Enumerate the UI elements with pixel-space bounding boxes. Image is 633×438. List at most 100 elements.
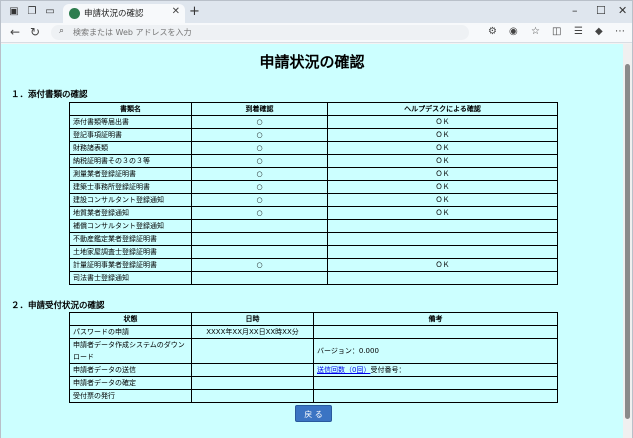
table-row: 受付票の発行 xyxy=(69,389,558,403)
helpdesk-cell: ＯＫ xyxy=(327,141,558,155)
document-name-cell: 計量証明事業者登録証明書 xyxy=(69,258,192,272)
profile-icon[interactable]: ▣ xyxy=(7,5,21,19)
status-state-cell: 申請者データ作成システムのダウンロード xyxy=(69,338,192,364)
address-input[interactable] xyxy=(73,26,453,39)
table-header: 到着確認 xyxy=(191,102,328,116)
table-row: 測量業者登録証明書 ○ ＯＫ xyxy=(69,167,558,181)
helpdesk-cell: ＯＫ xyxy=(327,154,558,168)
refresh-icon[interactable]: ↻ xyxy=(30,25,40,39)
tracking-icon[interactable]: ◉ xyxy=(509,26,518,37)
document-name-cell: 建設コンサルタント登録通知 xyxy=(69,193,192,207)
status-note-cell: 送信回数（0回）受付番号： xyxy=(313,363,558,377)
helpdesk-cell: ＯＫ xyxy=(327,180,558,194)
document-name-cell: 補償コンサルタント登録通知 xyxy=(69,219,192,233)
table-row: 地質業者登録通知 ○ ＯＫ xyxy=(69,206,558,220)
table-row: 添付書類等届出書 ○ ＯＫ xyxy=(69,115,558,129)
arrival-cell xyxy=(191,219,328,233)
page-content: 申請状況の確認 １．添付書類の確認 書類名 到着確認 ヘルプデスクによる確認 添… xyxy=(1,44,623,438)
vertical-scrollbar[interactable] xyxy=(623,44,632,438)
helpdesk-cell: ＯＫ xyxy=(327,128,558,142)
table-row: 建築士事務所登録証明書 ○ ＯＫ xyxy=(69,180,558,194)
document-name-cell: 測量業者登録証明書 xyxy=(69,167,192,181)
tab-close-icon[interactable]: ✕ xyxy=(172,6,180,17)
arrival-cell: ○ xyxy=(191,193,328,207)
table-row: パスワードの申請 XXXX年XX月XX日XX時XX分 xyxy=(69,325,558,339)
tab-bar: ▣ ❐ ▭ 申請状況の確認 ✕ + – ☐ ✕ xyxy=(1,1,632,23)
table-header: ヘルプデスクによる確認 xyxy=(327,102,558,116)
table-row: 建設コンサルタント登録通知 ○ ＯＫ xyxy=(69,193,558,207)
maximize-icon[interactable]: ☐ xyxy=(596,4,606,17)
tab-actions-icon[interactable]: ▭ xyxy=(43,5,57,19)
back-button[interactable]: 戻 る xyxy=(295,405,332,422)
status-datetime-cell xyxy=(191,338,314,364)
menu-icon[interactable]: ⋯ xyxy=(615,26,625,37)
helpdesk-cell: ＯＫ xyxy=(327,167,558,181)
back-icon[interactable]: ← xyxy=(10,25,20,39)
table-row: 補償コンサルタント登録通知 xyxy=(69,219,558,233)
arrival-cell xyxy=(191,232,328,246)
collections-icon[interactable]: ☰ xyxy=(574,26,583,37)
arrival-cell: ○ xyxy=(191,115,328,129)
document-name-cell: 地質業者登録通知 xyxy=(69,206,192,220)
page-title: 申請状況の確認 xyxy=(259,53,365,71)
helpdesk-cell xyxy=(327,219,558,233)
table-header: 書類名 xyxy=(69,102,192,116)
table-header: 備考 xyxy=(313,312,558,326)
extensions-icon[interactable]: ⚙ xyxy=(488,26,497,37)
tab-favicon-icon xyxy=(69,8,80,19)
document-name-cell: 司法書士登録通知 xyxy=(69,271,192,285)
table-row: 財務諸表類 ○ ＯＫ xyxy=(69,141,558,155)
arrival-cell: ○ xyxy=(191,258,328,272)
helpdesk-cell xyxy=(327,271,558,285)
table-header: 日時 xyxy=(191,312,314,326)
arrival-cell xyxy=(191,245,328,259)
status-state-cell: パスワードの申請 xyxy=(69,325,192,339)
status-datetime-cell: XXXX年XX月XX日XX時XX分 xyxy=(191,325,314,339)
document-name-cell: 添付書類等届出書 xyxy=(69,115,192,129)
status-note-cell xyxy=(313,389,558,403)
search-icon: ⌕ xyxy=(59,26,65,36)
table-row: 土地家屋調査士登録証明書 xyxy=(69,245,558,259)
document-name-cell: 財務諸表類 xyxy=(69,141,192,155)
arrival-cell: ○ xyxy=(191,154,328,168)
helpdesk-cell xyxy=(327,245,558,259)
new-tab-icon[interactable]: + xyxy=(189,4,200,19)
arrival-cell: ○ xyxy=(191,180,328,194)
arrival-cell: ○ xyxy=(191,206,328,220)
browser-toolbar: ← ↻ ⌕ ⚙ ◉ ☆ ◫ ☰ ◆ ⋯ xyxy=(1,23,632,43)
status-state-cell: 受付票の発行 xyxy=(69,389,192,403)
helpdesk-cell: ＯＫ xyxy=(327,258,558,272)
status-table: 状態 日時 備考 パスワードの申請 XXXX年XX月XX日XX時XX分 申請者データ… xyxy=(69,312,558,403)
table-header: 状態 xyxy=(69,312,192,326)
arrival-cell: ○ xyxy=(191,128,328,142)
section2-title: ２．申請受付状況の確認 xyxy=(11,301,105,311)
document-name-cell: 不動産鑑定業者登録証明書 xyxy=(69,232,192,246)
browser-window: ▣ ❐ ▭ 申請状況の確認 ✕ + – ☐ ✕ ← ↻ ⌕ ⚙ ◉ ☆ ◫ ☰ … xyxy=(0,0,633,438)
section1-title: １．添付書類の確認 xyxy=(11,90,88,100)
helpdesk-cell: ＯＫ xyxy=(327,206,558,220)
active-tab[interactable]: 申請状況の確認 ✕ xyxy=(63,4,185,23)
status-datetime-cell xyxy=(191,389,314,403)
arrival-cell: ○ xyxy=(191,141,328,155)
helpdesk-cell: ＯＫ xyxy=(327,193,558,207)
copilot-icon[interactable]: ◆ xyxy=(595,26,603,37)
tab-title: 申請状況の確認 xyxy=(84,9,144,19)
table-row: 申請者データの確定 xyxy=(69,376,558,390)
minimize-icon[interactable]: – xyxy=(572,4,578,17)
helpdesk-cell: ＯＫ xyxy=(327,115,558,129)
favorite-icon[interactable]: ☆ xyxy=(531,26,540,37)
workspaces-icon[interactable]: ❐ xyxy=(25,5,39,19)
scrollbar-thumb[interactable] xyxy=(625,64,630,419)
split-screen-icon[interactable]: ◫ xyxy=(552,26,561,37)
address-bar[interactable]: ⌕ xyxy=(51,25,469,40)
status-note-cell xyxy=(313,376,558,390)
close-window-icon[interactable]: ✕ xyxy=(618,4,627,17)
status-datetime-cell xyxy=(191,363,314,377)
receipt-number-label: 受付番号： xyxy=(370,366,406,374)
table-row: 司法書士登録通知 xyxy=(69,271,558,285)
status-state-cell: 申請者データの確定 xyxy=(69,376,192,390)
document-name-cell: 土地家屋調査士登録証明書 xyxy=(69,245,192,259)
table-row: 登記事項証明書 ○ ＯＫ xyxy=(69,128,558,142)
send-count-link[interactable]: 送信回数（0回） xyxy=(317,366,370,374)
document-name-cell: 納税証明書その３の３等 xyxy=(69,154,192,168)
